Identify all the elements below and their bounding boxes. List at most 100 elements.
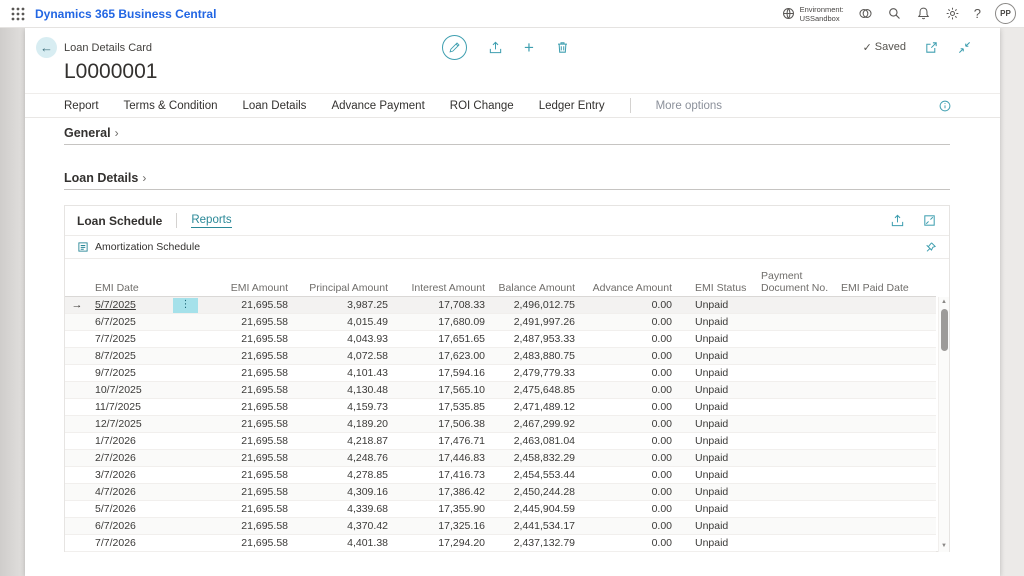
loan-schedule-part-header: Loan Schedule Reports (65, 206, 949, 236)
menu-item-advance-payment[interactable]: Advance Payment (331, 100, 424, 112)
table-row[interactable]: → 11/7/2025 ⋮ 21,695.58 4,159.73 17,535.… (65, 398, 936, 415)
emi-status-cell: Unpaid (675, 398, 758, 415)
col-emi-status[interactable]: EMI Status (675, 259, 758, 296)
principal-amount-cell: 4,159.73 (291, 398, 391, 415)
col-interest-amount[interactable]: Interest Amount (391, 259, 488, 296)
table-row[interactable]: → 5/7/2026 ⋮ 21,695.58 4,339.68 17,355.9… (65, 500, 936, 517)
scroll-up-arrow[interactable]: ▲ (939, 299, 949, 305)
page-title: L0000001 (64, 60, 157, 84)
emi-date-link[interactable]: 3/7/2026 (95, 469, 136, 481)
emi-date-link[interactable]: 1/7/2026 (95, 435, 136, 447)
edit-button[interactable] (442, 35, 467, 60)
app-title[interactable]: Dynamics 365 Business Central (35, 7, 216, 21)
emi-date-link[interactable]: 10/7/2025 (95, 384, 142, 396)
balance-amount-cell: 2,496,012.75 (488, 296, 578, 313)
table-row[interactable]: → 12/7/2025 ⋮ 21,695.58 4,189.20 17,506.… (65, 415, 936, 432)
tab-reports[interactable]: Reports (191, 214, 231, 228)
emi-date-link[interactable]: 5/7/2025 (95, 299, 136, 311)
col-payment-document-no[interactable]: Payment Document No. (758, 259, 838, 296)
principal-amount-cell: 4,248.76 (291, 449, 391, 466)
principal-amount-cell: 4,189.20 (291, 415, 391, 432)
fasttab-loan-details[interactable]: Loan Details› (64, 169, 950, 190)
emi-date-link[interactable]: 4/7/2026 (95, 486, 136, 498)
environment-indicator[interactable]: Environment: USSandbox (781, 5, 844, 23)
help-icon[interactable]: ? (974, 6, 981, 21)
selected-row-arrow-icon: → (72, 299, 83, 311)
emi-date-link[interactable]: 12/7/2025 (95, 418, 142, 430)
emi-paid-date-cell (838, 330, 936, 347)
table-row[interactable]: → 2/7/2026 ⋮ 21,695.58 4,248.76 17,446.8… (65, 449, 936, 466)
emi-amount-cell: 21,695.58 (199, 534, 291, 551)
menu-item-terms-condition[interactable]: Terms & Condition (124, 100, 218, 112)
table-row[interactable]: → 10/7/2025 ⋮ 21,695.58 4,130.48 17,565.… (65, 381, 936, 398)
principal-amount-cell: 4,401.38 (291, 534, 391, 551)
col-emi-date[interactable]: EMI Date (89, 259, 199, 296)
emi-date-link[interactable]: 7/7/2025 (95, 333, 136, 345)
row-kebab-menu-icon[interactable]: ⋮ (173, 298, 198, 313)
payment-document-no-cell (758, 313, 838, 330)
fasttab-general[interactable]: General› (64, 124, 950, 145)
col-emi-amount[interactable]: EMI Amount (199, 259, 291, 296)
balance-amount-cell: 2,458,832.29 (488, 449, 578, 466)
notifications-bell-icon[interactable] (916, 6, 931, 21)
loan-schedule-part: Loan Schedule Reports Amortization Sched… (64, 205, 950, 552)
scrollbar-thumb[interactable] (941, 309, 948, 351)
emi-amount-cell: 21,695.58 (199, 449, 291, 466)
settings-gear-icon[interactable] (945, 6, 960, 21)
menu-item-ledger-entry[interactable]: Ledger Entry (539, 100, 605, 112)
table-row[interactable]: → 1/7/2026 ⋮ 21,695.58 4,218.87 17,476.7… (65, 432, 936, 449)
search-icon[interactable] (887, 6, 902, 21)
copilot-icon[interactable] (858, 6, 873, 21)
emi-date-link[interactable]: 6/7/2026 (95, 520, 136, 532)
user-avatar[interactable]: PP (995, 3, 1016, 24)
payment-document-no-cell (758, 296, 838, 313)
share-icon[interactable] (488, 40, 503, 55)
emi-date-link[interactable]: 6/7/2025 (95, 316, 136, 328)
emi-date-link[interactable]: 9/7/2025 (95, 367, 136, 379)
emi-date-link[interactable]: 11/7/2025 (95, 401, 141, 413)
part-expand-icon[interactable] (922, 213, 937, 228)
table-row[interactable]: → 7/7/2026 ⋮ 21,695.58 4,401.38 17,294.2… (65, 534, 936, 551)
back-button[interactable]: ← (36, 37, 57, 58)
emi-status-cell: Unpaid (675, 449, 758, 466)
menu-item-report[interactable]: Report (64, 100, 99, 112)
col-principal-amount[interactable]: Principal Amount (291, 259, 391, 296)
amortization-schedule-action[interactable]: Amortization Schedule (65, 236, 949, 259)
pin-icon[interactable] (924, 241, 937, 254)
table-row[interactable]: → 8/7/2025 ⋮ 21,695.58 4,072.58 17,623.0… (65, 347, 936, 364)
emi-date-link[interactable]: 5/7/2026 (95, 503, 136, 515)
more-options-button[interactable]: More options (656, 100, 722, 112)
open-in-new-window-icon[interactable] (924, 40, 939, 55)
table-row[interactable]: → 3/7/2026 ⋮ 21,695.58 4,278.85 17,416.7… (65, 466, 936, 483)
advance-amount-cell: 0.00 (578, 517, 675, 534)
info-icon[interactable] (938, 99, 952, 113)
app-launcher-waffle-icon[interactable] (10, 6, 26, 22)
emi-paid-date-cell (838, 534, 936, 551)
table-row[interactable]: → 6/7/2026 ⋮ 21,695.58 4,370.42 17,325.1… (65, 517, 936, 534)
menu-divider (630, 98, 631, 113)
emi-date-link[interactable]: 7/7/2026 (95, 537, 136, 549)
col-emi-paid-date[interactable]: EMI Paid Date (838, 259, 936, 296)
emi-date-link[interactable]: 2/7/2026 (95, 452, 136, 464)
table-row[interactable]: → 7/7/2025 ⋮ 21,695.58 4,043.93 17,651.6… (65, 330, 936, 347)
collapse-arrows-icon[interactable] (957, 40, 972, 55)
col-advance-amount[interactable]: Advance Amount (578, 259, 675, 296)
interest-amount-cell: 17,506.38 (391, 415, 488, 432)
part-share-icon[interactable] (890, 213, 905, 228)
emi-status-cell: Unpaid (675, 313, 758, 330)
col-balance-amount[interactable]: Balance Amount (488, 259, 578, 296)
delete-trash-icon[interactable] (555, 40, 570, 55)
pencil-icon (448, 41, 461, 54)
emi-date-link[interactable]: 8/7/2025 (95, 350, 136, 362)
table-row[interactable]: → 4/7/2026 ⋮ 21,695.58 4,309.16 17,386.4… (65, 483, 936, 500)
table-row[interactable]: → 6/7/2025 ⋮ 21,695.58 4,015.49 17,680.0… (65, 313, 936, 330)
table-row[interactable]: → 9/7/2025 ⋮ 21,695.58 4,101.43 17,594.1… (65, 364, 936, 381)
menu-item-loan-details[interactable]: Loan Details (243, 100, 307, 112)
emi-paid-date-cell (838, 347, 936, 364)
emi-amount-cell: 21,695.58 (199, 381, 291, 398)
new-plus-icon[interactable]: + (524, 40, 534, 55)
table-row[interactable]: → 5/7/2025 ⋮ 21,695.58 3,987.25 17,708.3… (65, 296, 936, 313)
menu-item-roi-change[interactable]: ROI Change (450, 100, 514, 112)
scroll-down-arrow[interactable]: ▼ (939, 543, 949, 549)
vertical-scrollbar[interactable]: ▲ ▼ (938, 297, 949, 552)
